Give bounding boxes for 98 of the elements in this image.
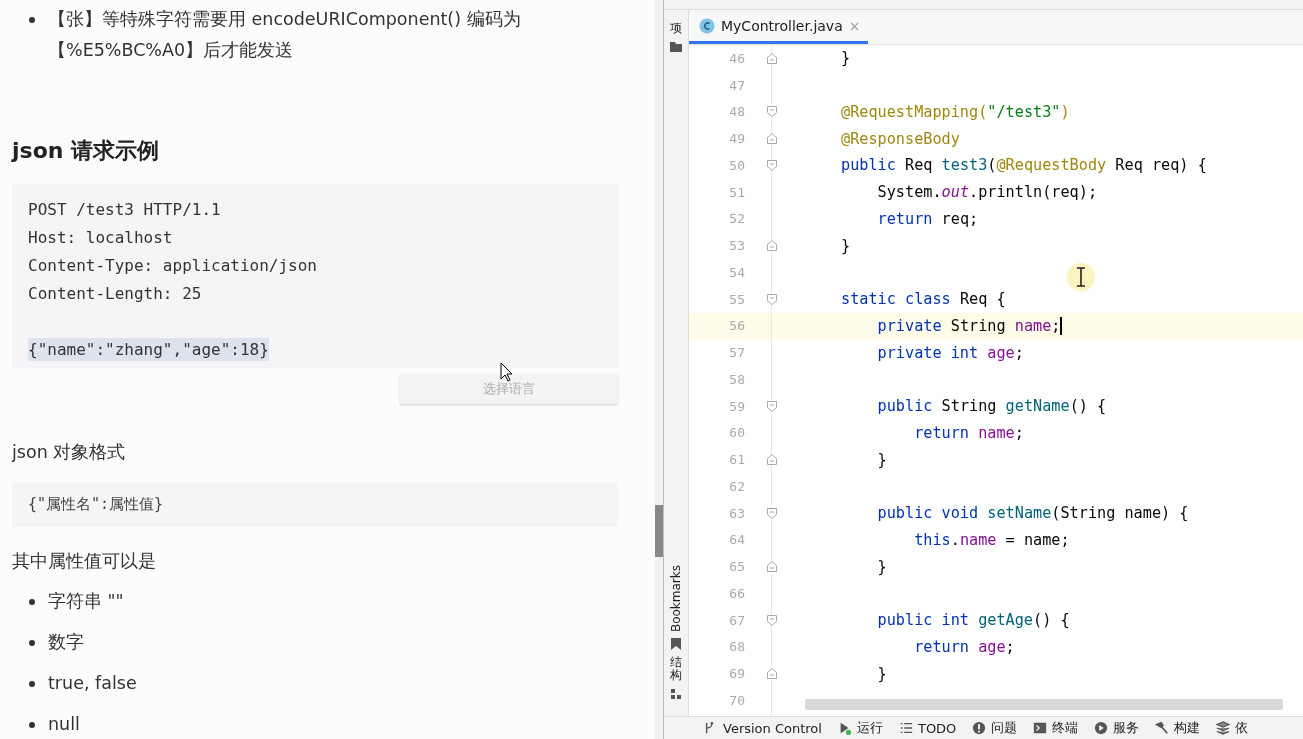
code-line: public String getName() {: [876, 397, 1107, 416]
line-number: 52: [728, 211, 746, 227]
bullet-icon: [29, 17, 35, 23]
code-line: private String name;: [876, 316, 1063, 335]
fold-icon[interactable]: [767, 400, 777, 412]
bullet-icon: [29, 640, 35, 646]
line-number: 60: [728, 425, 746, 441]
line-number: 67: [728, 612, 746, 628]
fold-icon[interactable]: [767, 159, 777, 171]
tool-button[interactable]: 问题: [972, 719, 1018, 737]
tool-window-tab[interactable]: Bookmarks: [669, 564, 683, 632]
fold-icon[interactable]: [767, 668, 777, 680]
paragraph: 其中属性值可以是: [12, 550, 157, 573]
code-line: return req;: [876, 209, 979, 228]
paragraph: json 对象格式: [12, 441, 127, 464]
bullet-icon: [29, 722, 35, 728]
code-line: POST /test3 HTTP/1.1: [28, 199, 221, 221]
text-cursor-icon: [1066, 262, 1096, 292]
code-line: }: [876, 450, 887, 469]
line-number: 51: [728, 184, 746, 200]
code-line: Host: localhost: [28, 227, 173, 249]
tool-button[interactable]: 终端: [1033, 719, 1079, 737]
fold-icon[interactable]: [767, 240, 777, 252]
line-number: 48: [728, 104, 746, 120]
line-number: 47: [728, 77, 746, 93]
folder-icon[interactable]: [670, 41, 682, 54]
code-line: Content-Length: 25: [28, 283, 202, 305]
bullet-icon: [29, 599, 35, 605]
code-block: {"属性名":属性值}: [12, 482, 618, 527]
line-number: 53: [728, 238, 746, 254]
line-number: 50: [728, 157, 746, 173]
tool-button[interactable]: 服务: [1094, 719, 1140, 737]
section-heading: json 请求示例: [12, 137, 161, 165]
code-line: }: [840, 236, 851, 255]
line-number: 55: [728, 291, 746, 307]
bullet-icon: [29, 681, 35, 687]
code-line: return age;: [913, 637, 1015, 656]
line-number: 63: [728, 505, 746, 521]
list-item: null: [48, 714, 80, 734]
line-number: 64: [728, 532, 746, 548]
fold-icon[interactable]: [767, 133, 777, 145]
code-line: }: [876, 557, 887, 576]
line-number: 70: [728, 692, 746, 708]
tool-button[interactable]: TODO: [898, 720, 957, 736]
code-line: }: [876, 664, 887, 683]
line-number: 69: [728, 666, 746, 682]
terminal-icon: [1033, 721, 1048, 735]
line-number: 46: [728, 50, 746, 66]
line-number: 49: [728, 131, 746, 147]
fold-icon[interactable]: [767, 106, 777, 118]
fold-icon[interactable]: [767, 507, 777, 519]
class-icon: [699, 17, 715, 34]
list-item: true, false: [48, 673, 137, 693]
code-line: System.out.println(req);: [876, 183, 1098, 202]
code-line: Content-Type: application/json: [28, 255, 317, 277]
code-line: static class Req {: [840, 290, 1006, 309]
code-line: public Req test3(@RequestBody Req req) {: [840, 156, 1207, 175]
code-line: }: [840, 49, 851, 68]
code-line: @ResponseBody: [840, 129, 960, 148]
code-line: @RequestMapping("/test3"): [840, 102, 1070, 121]
fold-icon[interactable]: [767, 52, 777, 64]
line-number: 66: [728, 585, 746, 601]
line-number: 54: [728, 264, 746, 280]
code-line: private int age;: [876, 343, 1024, 362]
line-number: 61: [728, 452, 746, 468]
line-number: 56: [728, 318, 746, 334]
line-number: 62: [728, 478, 746, 494]
tool-window-tab[interactable]: 结构: [670, 655, 682, 682]
tool-button[interactable]: Version Control: [704, 720, 822, 736]
structure-icon[interactable]: [670, 688, 682, 700]
layers-icon: [1216, 721, 1231, 735]
line-number: 68: [728, 639, 746, 655]
bullet-text: 【张】等特殊字符需要用 encodeURIComponent() 编码为【%E5%BC%A0】后才能发送: [48, 8, 522, 62]
line-number: 59: [728, 398, 746, 414]
list-item: 数字: [48, 632, 84, 652]
code-line: this.name = name;: [913, 530, 1070, 549]
line-number: 65: [728, 559, 746, 575]
code-line: public void setName(String name) {: [876, 504, 1189, 523]
list-icon: [898, 721, 913, 735]
info-icon: [972, 721, 987, 735]
line-number: 58: [728, 371, 746, 387]
fold-icon[interactable]: [767, 293, 777, 305]
play-icon: [1094, 721, 1109, 735]
tool-button[interactable]: 构建: [1155, 719, 1201, 737]
scrollbar[interactable]: [655, 505, 663, 557]
bookmark-icon[interactable]: [670, 637, 682, 650]
scrollbar[interactable]: [805, 699, 1283, 710]
fold-icon[interactable]: [767, 561, 777, 573]
fold-icon[interactable]: [767, 614, 777, 626]
code-line: public int getAge() {: [876, 611, 1070, 630]
fold-icon[interactable]: [767, 454, 777, 466]
code-line: return name;: [913, 423, 1024, 442]
tool-window-tab[interactable]: 项: [670, 22, 682, 36]
list-item: 字符串 "": [48, 591, 124, 611]
tool-button[interactable]: 运行: [837, 719, 883, 737]
line-number: 57: [728, 345, 746, 361]
tool-button[interactable]: 依: [1216, 719, 1249, 737]
hammer-icon: [1155, 721, 1170, 735]
